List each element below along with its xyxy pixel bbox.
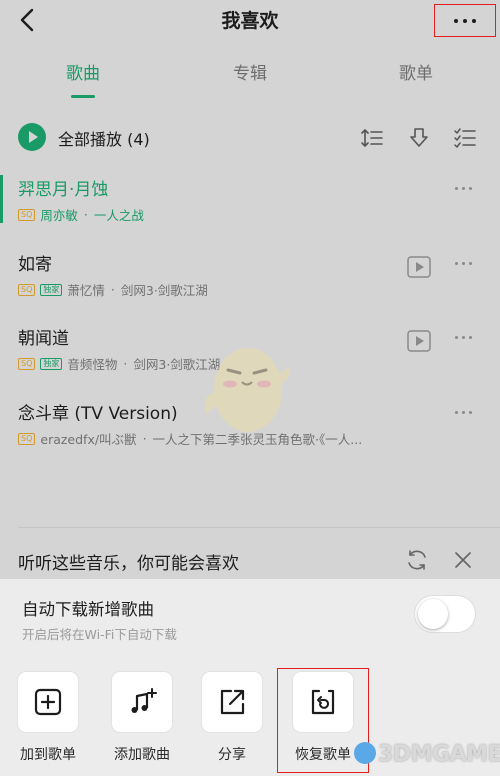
more-button[interactable] xyxy=(434,4,496,37)
tab-albums[interactable]: 专辑 xyxy=(195,59,305,84)
song-artist: erazedfx/叫ぶ獣 xyxy=(40,432,137,447)
mv-play-icon[interactable] xyxy=(407,256,431,278)
page-title: 我喜欢 xyxy=(221,10,279,32)
recommend-title: 听听这些音乐，你可能会喜欢 xyxy=(18,554,239,574)
song-more-icon[interactable] xyxy=(455,336,472,339)
close-icon[interactable] xyxy=(452,549,474,571)
song-more-icon[interactable] xyxy=(455,187,472,190)
auto-download-title: 自动下载新增歌曲 xyxy=(22,600,154,619)
song-title: 念斗章 (TV Version) xyxy=(18,404,178,424)
auto-download-toggle[interactable] xyxy=(414,595,476,633)
sq-badge: SQ xyxy=(18,357,36,370)
list-item-song[interactable]: 如寄 SQ 独家 萧忆情 · 剑网3·剑歌江湖 xyxy=(0,250,500,320)
auto-download-subtitle: 开启后将在Wi-Fi下自动下载 xyxy=(22,627,177,642)
play-all-button[interactable]: 全部播放 (4) xyxy=(58,126,150,150)
song-meta: SQ erazedfx/叫ぶ獣 · 一人之下第二季张灵玉角色歌·《一人... xyxy=(18,429,362,448)
divider xyxy=(18,527,500,528)
song-album: 剑网3·剑歌江湖 xyxy=(120,283,208,298)
play-all-bar: 全部播放 (4) xyxy=(0,118,500,158)
mascot-watermark-icon xyxy=(204,348,291,432)
sq-badge: SQ xyxy=(18,283,36,296)
multi-select-icon[interactable] xyxy=(453,126,477,150)
refresh-icon[interactable] xyxy=(405,548,429,572)
song-count: (4) xyxy=(127,130,150,149)
tab-playlists[interactable]: 歌单 xyxy=(361,59,471,84)
more-horizontal-icon xyxy=(454,18,458,23)
song-title: 朝闻道 xyxy=(18,329,69,349)
add-music-icon xyxy=(112,672,172,732)
song-more-icon[interactable] xyxy=(455,262,472,265)
list-item-song[interactable]: 羿思月·月蚀 SQ 周亦敏 · 一人之战 xyxy=(0,175,500,245)
watermark: 3DMGAME xyxy=(354,742,500,767)
action-label: 添加歌曲 xyxy=(114,747,170,763)
exclusive-badge: 独家 xyxy=(40,357,63,370)
song-artist: 音频怪物 xyxy=(67,357,118,372)
tab-indicator xyxy=(71,95,95,98)
tab-songs[interactable]: 歌曲 xyxy=(28,59,138,84)
exclusive-badge: 独家 xyxy=(40,283,63,296)
sq-badge: SQ xyxy=(18,208,36,221)
watermark-logo-icon xyxy=(354,742,376,764)
add-square-icon xyxy=(18,672,78,732)
tab-bar: 歌曲 专辑 歌单 xyxy=(0,55,500,105)
play-all-label: 全部播放 xyxy=(58,130,123,149)
download-icon[interactable] xyxy=(407,126,431,150)
header-bar: 我喜欢 xyxy=(0,0,500,40)
toggle-knob xyxy=(418,599,448,629)
song-album: 一人之战 xyxy=(93,208,144,223)
song-artist: 萧忆情 xyxy=(67,283,105,298)
song-more-icon[interactable] xyxy=(455,411,472,414)
song-artist: 周亦敏 xyxy=(40,208,78,223)
song-meta: SQ 独家 萧忆情 · 剑网3·剑歌江湖 xyxy=(18,280,208,299)
action-label: 分享 xyxy=(218,747,246,763)
sort-icon[interactable] xyxy=(360,126,384,150)
song-title: 羿思月·月蚀 xyxy=(18,180,109,200)
song-title: 如寄 xyxy=(18,255,52,275)
action-label: 加到歌单 xyxy=(20,747,76,763)
now-playing-indicator xyxy=(0,175,3,223)
play-all-icon[interactable] xyxy=(18,123,46,151)
share-icon xyxy=(202,672,262,732)
mv-play-icon[interactable] xyxy=(407,330,431,352)
song-meta: SQ 独家 音频怪物 · 剑网3·剑歌江湖 xyxy=(18,354,220,373)
song-meta: SQ 周亦敏 · 一人之战 xyxy=(18,205,144,224)
sq-badge: SQ xyxy=(18,432,36,445)
